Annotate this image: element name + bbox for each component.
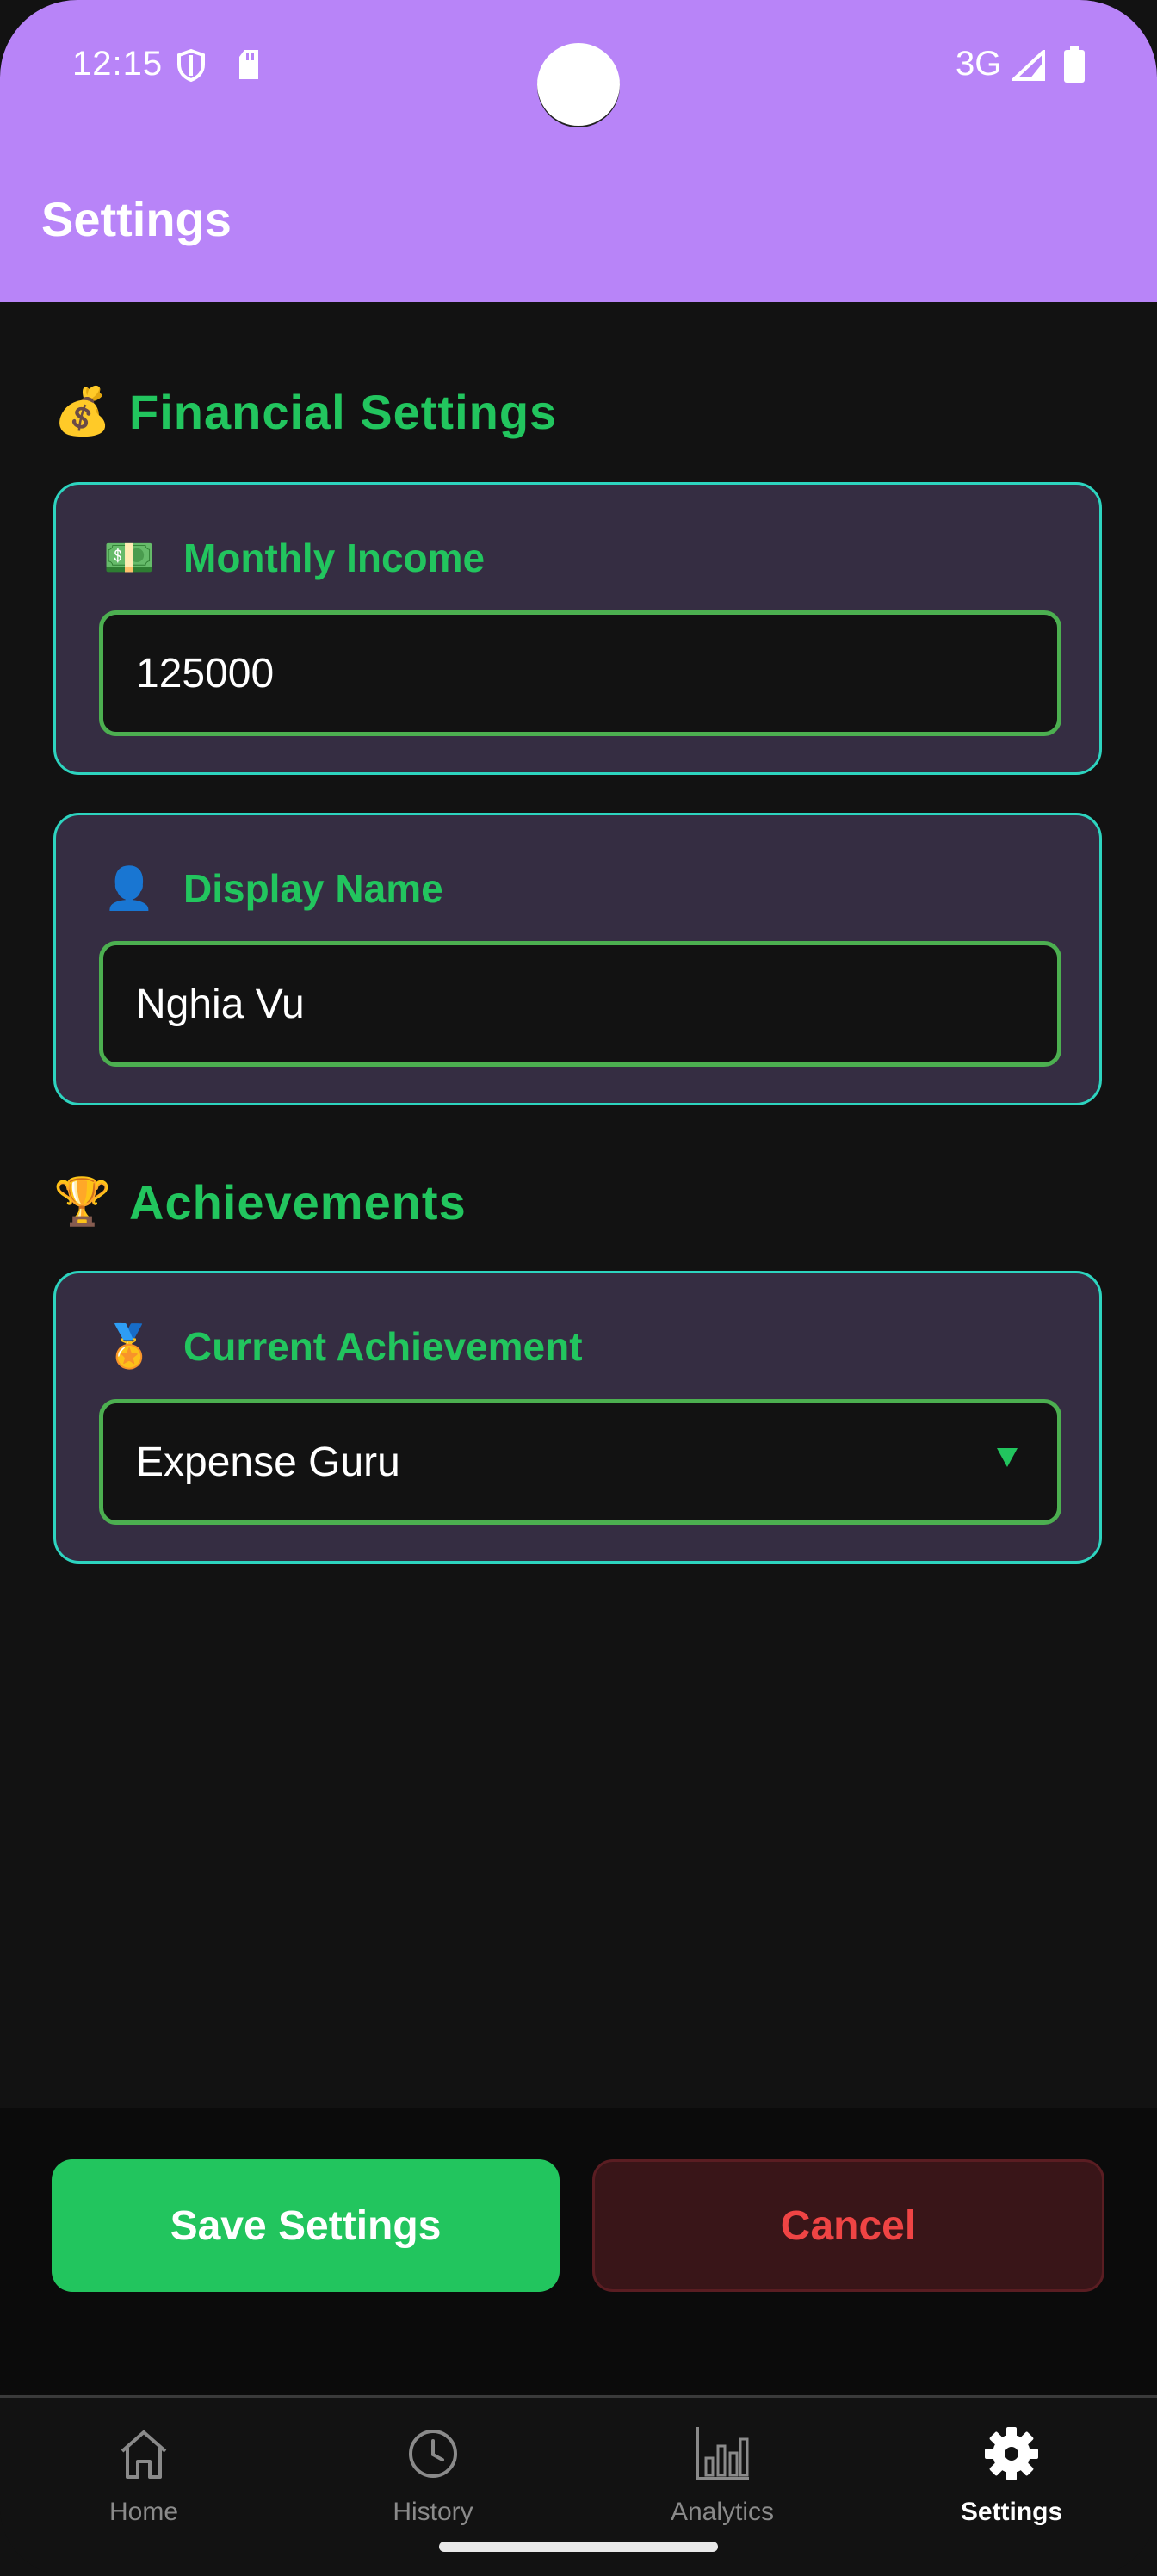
action-bar: Save Settings Cancel [0,2108,1157,2395]
display-name-card: 👤 Display Name Nghia Vu [53,813,1102,1105]
monthly-income-label-row: 💵 Monthly Income [101,533,485,582]
dropdown-arrow-icon [997,1448,1018,1467]
current-achievement-label-row: 🏅 Current Achievement [101,1322,583,1371]
nav-label-home: Home [108,2498,179,2526]
cancel-button[interactable]: Cancel [592,2159,1104,2292]
section-title: Financial Settings [129,385,558,439]
monthly-income-input[interactable]: 125000 [99,610,1061,736]
save-settings-button[interactable]: Save Settings [52,2159,560,2292]
monthly-income-card: 💵 Monthly Income 125000 [53,482,1102,775]
section-financial-settings: 💰 Financial Settings [53,384,557,440]
home-icon [121,2430,167,2479]
signal-icon [1009,47,1045,85]
clock-icon [409,2430,457,2478]
status-bar: 12:15 3G [0,0,1157,138]
trophy-icon: 🏆 [53,1176,112,1228]
current-achievement-card: 🏅 Current Achievement Expense Guru [53,1271,1102,1564]
medal-icon: 🏅 [103,1324,155,1370]
top-app-bar: 12:15 3G Settings [0,0,1157,302]
monthly-income-label: Monthly Income [183,535,486,580]
user-icon: 👤 [103,866,155,912]
shield-icon [176,48,207,87]
phone-screen: 12:15 3G Settings 💰 Financial Settings 💵… [0,0,1157,2576]
network-type: 3G [956,45,1002,83]
display-name-label-row: 👤 Display Name [101,864,443,913]
home-indicator[interactable] [439,2542,718,2552]
section-achievements: 🏆 Achievements [53,1174,467,1230]
current-achievement-label: Current Achievement [183,1323,583,1369]
status-time: 12:15 [72,45,164,83]
current-achievement-value: Expense Guru [136,1439,400,1485]
display-name-label: Display Name [183,865,443,911]
money-bag-icon: 💰 [53,386,112,437]
dollar-bill-icon: 💵 [103,536,155,581]
nav-label-analytics: Analytics [670,2498,775,2526]
gear-icon [985,2427,1038,2480]
display-name-input[interactable]: Nghia Vu [99,941,1061,1067]
nav-label-settings: Settings [960,2498,1063,2526]
nav-item-home[interactable]: Home [58,2424,230,2527]
page-title: Settings [41,192,232,246]
section-title: Achievements [129,1175,467,1229]
nav-item-analytics[interactable]: Analytics [636,2424,808,2527]
battery-icon [1064,46,1085,87]
nav-item-settings[interactable]: Settings [925,2424,1098,2527]
nav-item-history[interactable]: History [347,2424,519,2527]
front-camera [537,43,620,126]
nav-label-history: History [393,2498,473,2526]
sd-card-icon [236,48,262,85]
bar-chart-icon [696,2427,749,2480]
current-achievement-select[interactable]: Expense Guru [99,1399,1061,1525]
